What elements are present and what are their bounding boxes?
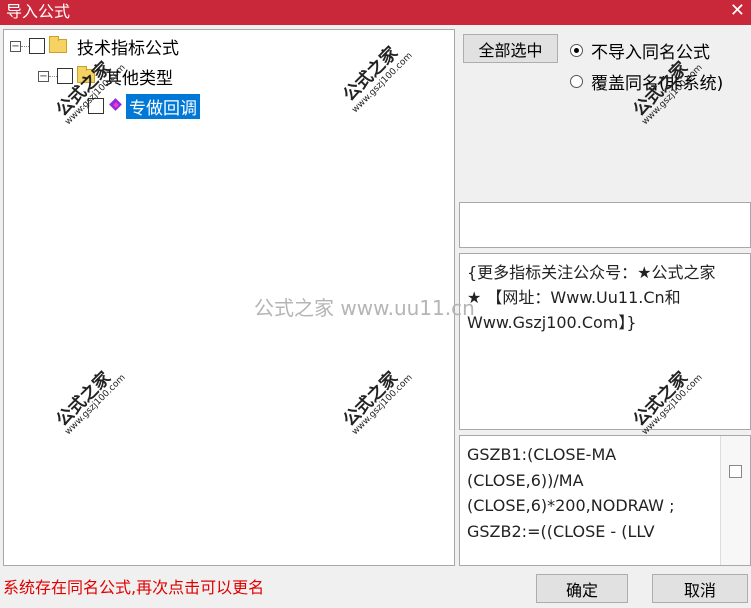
formula-name-box — [459, 202, 751, 248]
tree-node-label-selected[interactable]: 专做回调 — [126, 93, 200, 119]
window-title: 导入公式 — [6, 2, 71, 21]
radio-selected-icon[interactable] — [570, 44, 583, 57]
code-line: (CLOSE,6))/MA — [467, 470, 584, 490]
radio-unselected-icon[interactable] — [570, 75, 583, 88]
code-line: (CLOSE,6)*200,NODRAW ; — [467, 496, 675, 515]
title-bar: 导入公式 ✕ — [0, 0, 751, 25]
status-message: 系统存在同名公式,再次点击可以更名 — [3, 578, 265, 597]
description-box[interactable]: {更多指标关注公众号：★公式之家★ 【网址：Www.Uu11.Cn和Www.Gs… — [459, 253, 751, 430]
code-checkbox[interactable] — [729, 465, 742, 478]
select-all-button[interactable]: 全部选中 — [463, 34, 558, 63]
formula-code-box[interactable]: GSZB1:(CLOSE-MA (CLOSE,6))/MA (CLOSE,6)*20… — [459, 435, 751, 566]
code-line: GSZB2:=((CLOSE - (LLV — [467, 521, 655, 541]
formula-icon — [108, 99, 122, 113]
folder-icon — [49, 36, 67, 53]
radio-label: 不导入同名公式 — [591, 43, 710, 63]
code-text: GSZB1:(CLOSE-MA (CLOSE,6))/MA (CLOSE,6)*20… — [467, 442, 712, 544]
description-text: {更多指标关注公众号：★公式之家★ 【网址：Www.Uu11.Cn和Www.Gs… — [467, 263, 716, 332]
root-checkbox[interactable] — [29, 38, 45, 54]
cancel-button[interactable]: 取消 — [652, 574, 748, 603]
watermark-center: 公式之家 www.uu11.cn — [254, 296, 475, 320]
collapse-icon[interactable]: − — [38, 70, 49, 82]
tree-connector — [21, 45, 29, 47]
code-line: GSZB1:(CLOSE-MA — [467, 445, 617, 464]
collapse-icon[interactable]: − — [10, 40, 21, 52]
tree-node-label: 技术指标公式 — [77, 38, 179, 59]
tree-connector — [49, 75, 57, 77]
close-icon[interactable]: ✕ — [730, 1, 745, 21]
tree-node-root[interactable]: − 技术指标公式 — [10, 34, 179, 59]
radio-no-import-same-name[interactable]: 不导入同名公式 — [570, 38, 710, 63]
ok-button[interactable]: 确定 — [536, 574, 628, 603]
code-scrollbar[interactable] — [720, 436, 750, 565]
